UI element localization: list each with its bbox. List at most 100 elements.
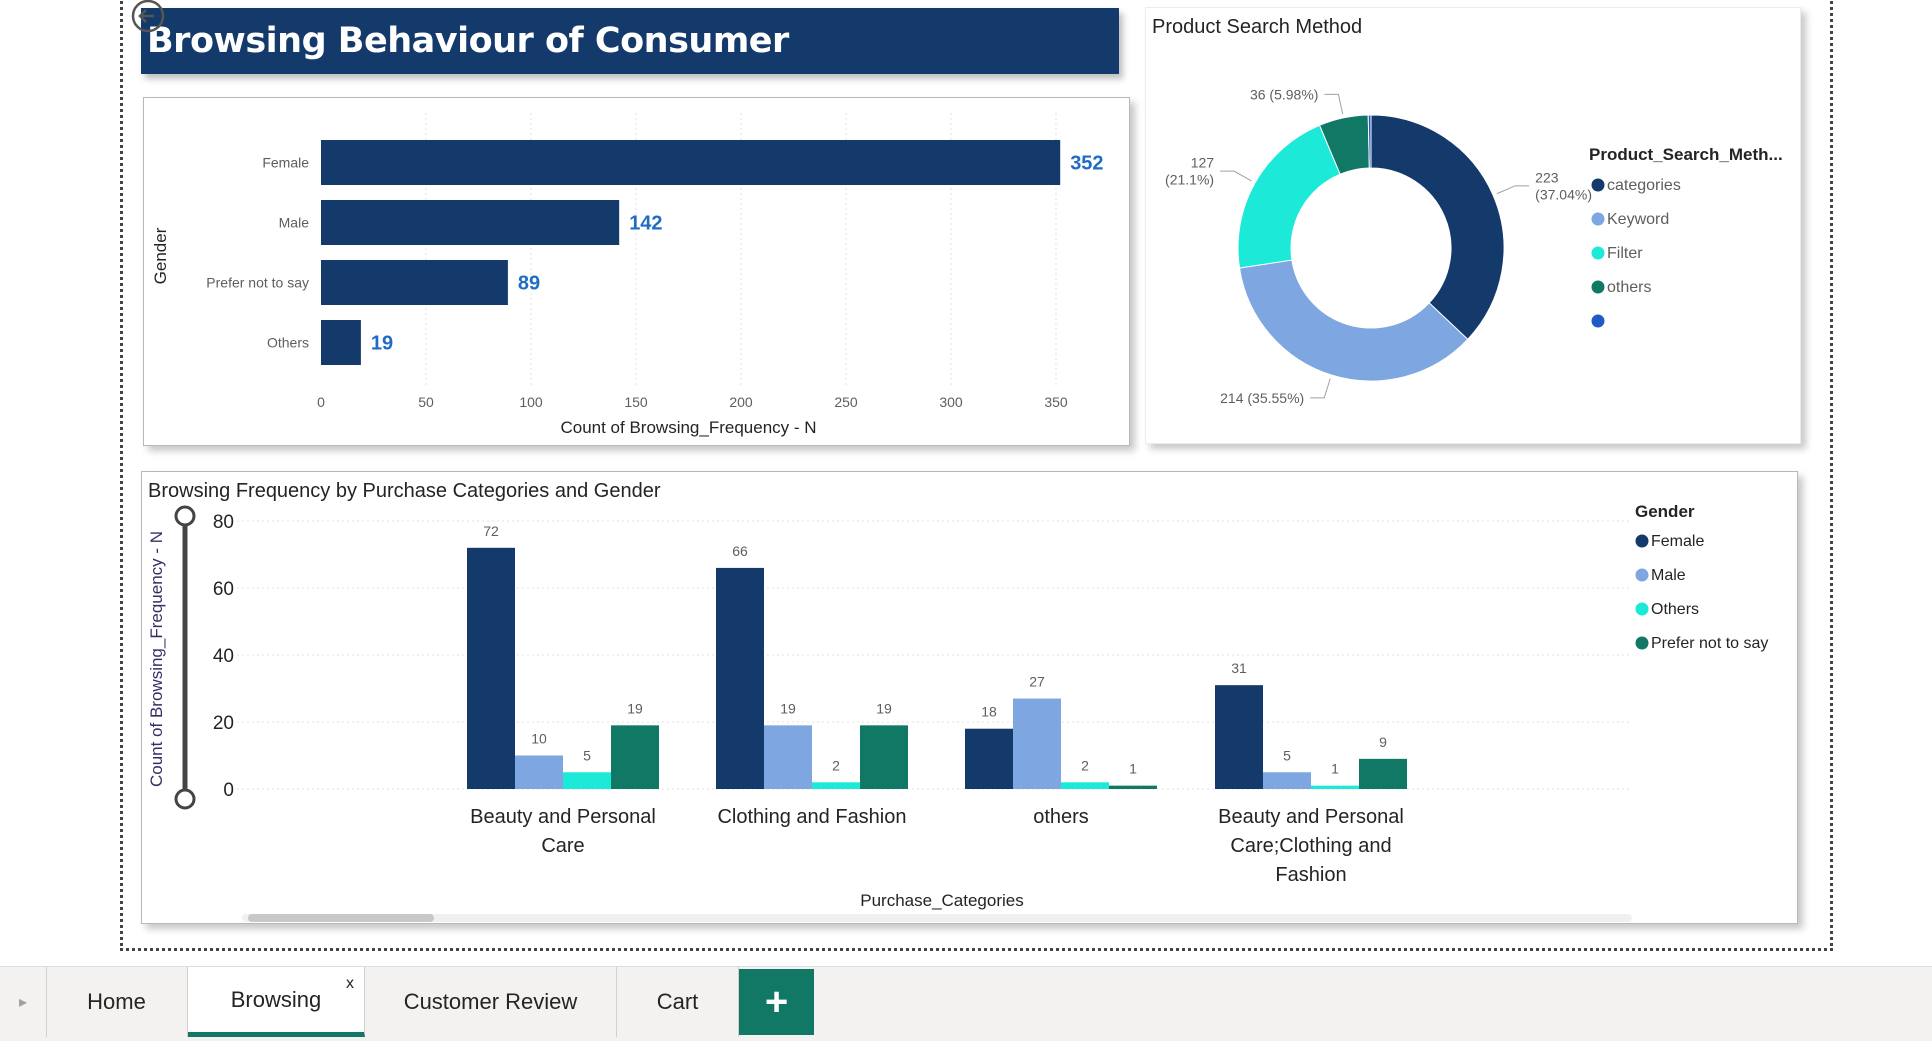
x-category-label: Care xyxy=(541,835,584,857)
search-chart-title: Product Search Method xyxy=(1152,16,1363,38)
horizontal-scrollbar-thumb xyxy=(248,914,434,922)
data-label: 89 xyxy=(518,273,540,295)
legend-marker xyxy=(1591,280,1605,294)
x-axis-title: Purchase_Categories xyxy=(860,891,1023,910)
data-label: 18 xyxy=(981,704,997,720)
x-tick-label: 300 xyxy=(939,394,963,410)
search-method-donut-chart: 223(37.04%) 214 (35.55%) 127(21.1%) 36 (5.9… xyxy=(1165,86,1783,405)
bar xyxy=(321,140,1061,185)
legend-marker xyxy=(1635,602,1649,616)
column-bar xyxy=(860,725,908,789)
x-category-label: others xyxy=(1033,806,1089,828)
x-category-label: Clothing and Fashion xyxy=(717,806,906,828)
legend-marker xyxy=(1591,178,1605,192)
legend-item-label: Male xyxy=(1651,567,1686,584)
column-bar xyxy=(1013,698,1061,789)
column-bar xyxy=(1061,782,1109,789)
donut-slice xyxy=(1370,114,1505,341)
x-category-label: Beauty and Personal xyxy=(470,806,656,828)
x-category-label: Fashion xyxy=(1275,864,1346,886)
data-label: 9 xyxy=(1379,734,1387,750)
close-tab-icon[interactable]: x xyxy=(346,975,354,993)
data-label: 31 xyxy=(1231,660,1247,676)
tab-cart[interactable]: Cart xyxy=(617,967,739,1037)
data-label: 2 xyxy=(1081,757,1089,773)
legend-marker xyxy=(1635,568,1649,582)
y-tick-label: 60 xyxy=(213,579,234,600)
report-title: Browsing Behaviour of Consumer xyxy=(147,21,789,61)
report-title-banner: Browsing Behaviour of Consumer xyxy=(141,8,1119,74)
add-page-button[interactable]: + xyxy=(739,969,814,1035)
tab-browsing[interactable]: Browsing x xyxy=(188,967,365,1037)
legend-marker xyxy=(1591,314,1605,328)
bar xyxy=(321,260,508,305)
column-bar xyxy=(764,725,812,789)
legend-item-label: categories xyxy=(1607,177,1681,194)
data-label: 10 xyxy=(531,731,547,747)
category-column-chart-panel[interactable]: Browsing Frequency by Purchase Categorie… xyxy=(141,471,1798,924)
x-category-label: Care;Clothing and xyxy=(1230,835,1391,857)
column-bar xyxy=(611,725,659,789)
gender-bar-chart-panel[interactable]: 0 50 100 150 200 250 300 350 Female 352 Male 142 Pre… xyxy=(143,97,1130,446)
page-tab-bar: ▸ Home Browsing x Customer Review Cart + xyxy=(0,966,1932,1041)
column-bar xyxy=(1215,685,1263,789)
column-bar xyxy=(716,567,764,789)
category-chart-title: Browsing Frequency by Purchase Categorie… xyxy=(148,480,661,502)
x-tick-label: 250 xyxy=(834,394,858,410)
legend-item-label: Keyword xyxy=(1607,211,1669,228)
x-tick-label: 350 xyxy=(1044,394,1068,410)
legend-item-label: Filter xyxy=(1607,245,1643,262)
y-category-label: Male xyxy=(279,215,310,231)
legend-marker xyxy=(1635,534,1649,548)
legend-marker xyxy=(1591,212,1605,226)
column-bar xyxy=(1263,772,1311,789)
slice-data-label: (37.04%) xyxy=(1535,186,1592,202)
search-method-donut-panel[interactable]: Product Search Method 223 (37.04%) 214 (35… xyxy=(1145,7,1801,444)
category-column-chart: 020406080 7210519Beauty and PersonalCare6… xyxy=(147,502,1768,922)
y-tick-label: 20 xyxy=(213,713,234,734)
x-axis-title: Count of Browsing_Frequency - N xyxy=(560,418,816,437)
data-label: 352 xyxy=(1070,153,1103,175)
gender-bar-chart: 0 50 100 150 200 250 300 350 Female 352 Male 142 Pre… xyxy=(151,113,1104,437)
legend-item-label: Others xyxy=(1651,601,1699,618)
y-axis-title: Count of Browsing_Frequency - N xyxy=(147,531,166,787)
column-bar xyxy=(812,782,860,789)
x-tick-label: 50 xyxy=(418,394,434,410)
tab-scroll-left-icon[interactable]: ▸ xyxy=(0,967,47,1037)
data-label: 142 xyxy=(629,213,662,235)
horizontal-scrollbar-track xyxy=(242,914,1632,922)
column-bar xyxy=(965,728,1013,789)
slice-data-label: (21.1%) xyxy=(1165,172,1214,188)
y-tick-label: 0 xyxy=(223,780,234,801)
back-arrow-icon[interactable] xyxy=(130,0,166,34)
y-category-label: Female xyxy=(262,155,309,171)
y-category-label: Prefer not to say xyxy=(206,275,309,291)
tab-home[interactable]: Home xyxy=(46,967,188,1037)
zoom-slider-top-handle xyxy=(174,505,196,527)
column-bar xyxy=(515,755,563,789)
y-tick-label: 40 xyxy=(213,646,234,667)
label-leader-line xyxy=(1310,378,1331,399)
legend-item-label: Prefer not to say xyxy=(1651,635,1768,652)
column-bar xyxy=(563,772,611,789)
data-label: 66 xyxy=(732,543,748,559)
column-bar xyxy=(467,547,515,789)
column-bar xyxy=(1109,785,1157,789)
x-tick-label: 200 xyxy=(729,394,753,410)
legend-item-label: others xyxy=(1607,279,1651,296)
data-label: 72 xyxy=(483,523,499,539)
y-tick-label: 80 xyxy=(213,512,234,533)
tab-customer-review[interactable]: Customer Review xyxy=(365,967,617,1037)
legend-title: Product_Search_Meth... xyxy=(1589,145,1783,164)
legend-marker xyxy=(1635,636,1649,650)
data-label: 27 xyxy=(1029,674,1045,690)
legend-title: Gender xyxy=(1635,502,1695,521)
data-label: 19 xyxy=(371,333,393,355)
x-tick-label: 150 xyxy=(624,394,648,410)
label-leader-line xyxy=(1220,170,1252,182)
x-tick-label: 0 xyxy=(317,394,325,410)
slice-data-label: 127 xyxy=(1191,155,1215,171)
label-leader-line xyxy=(1324,93,1344,115)
slice-data-label: 223 xyxy=(1535,169,1559,185)
y-axis-title: Gender xyxy=(151,227,170,284)
